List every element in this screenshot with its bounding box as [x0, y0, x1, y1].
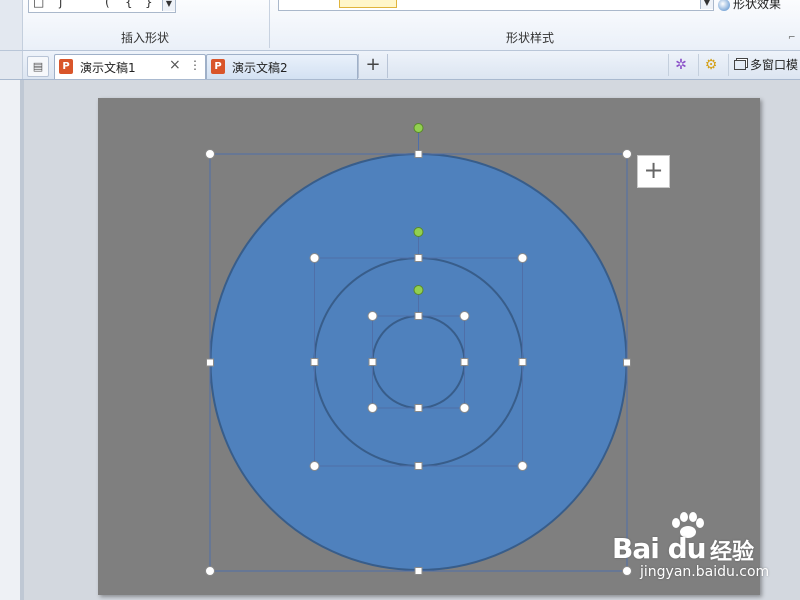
outer-rotation-handle[interactable] — [413, 123, 424, 133]
inner-side-handle[interactable] — [460, 358, 469, 366]
middle-corner-handle[interactable] — [309, 461, 320, 471]
outer-corner-handle[interactable] — [205, 149, 215, 159]
outer-circle-shape[interactable] — [209, 153, 628, 571]
watermark: Bai du 经验 jingyan.baidu.com — [612, 512, 798, 588]
middle-corner-handle[interactable] — [517, 253, 528, 263]
outer-side-handle[interactable] — [206, 358, 214, 367]
inner-corner-handle[interactable] — [367, 311, 378, 321]
plus-button[interactable]: + — [637, 155, 670, 188]
middle-corner-handle[interactable] — [309, 253, 320, 263]
outer-corner-handle[interactable] — [205, 566, 215, 576]
watermark-url: jingyan.baidu.com — [640, 564, 770, 580]
middle-side-handle[interactable] — [414, 254, 423, 262]
middle-side-handle[interactable] — [310, 358, 319, 366]
inner-side-handle[interactable] — [368, 358, 377, 366]
outer-corner-handle[interactable] — [622, 149, 632, 159]
middle-rotation-handle[interactable] — [413, 227, 424, 237]
watermark-brand: 经验 — [710, 540, 755, 565]
inner-rotation-handle[interactable] — [413, 285, 424, 295]
shapes-layer — [205, 123, 632, 576]
inner-side-handle[interactable] — [414, 404, 423, 412]
inner-corner-handle[interactable] — [459, 311, 470, 321]
outer-side-handle[interactable] — [414, 567, 423, 575]
middle-side-handle[interactable] — [414, 462, 423, 470]
outer-side-handle[interactable] — [623, 358, 631, 367]
inner-side-handle[interactable] — [414, 312, 423, 320]
inner-corner-handle[interactable] — [367, 403, 378, 413]
watermark-logo: Bai du — [612, 532, 707, 565]
middle-side-handle[interactable] — [518, 358, 527, 366]
middle-corner-handle[interactable] — [517, 461, 528, 471]
inner-corner-handle[interactable] — [459, 403, 470, 413]
outer-side-handle[interactable] — [414, 150, 423, 158]
